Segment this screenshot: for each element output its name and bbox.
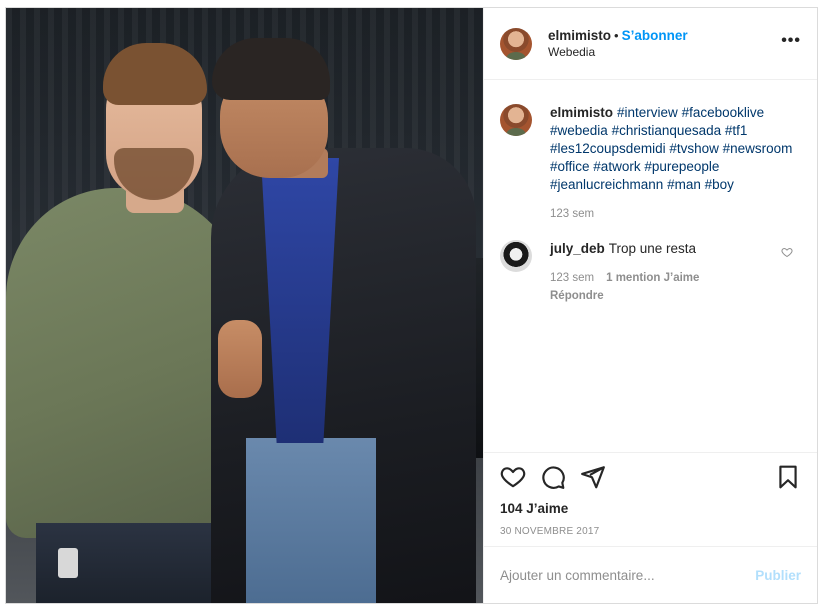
hashtag-link[interactable]: #boy bbox=[705, 177, 734, 192]
more-options-icon[interactable]: ••• bbox=[781, 32, 801, 56]
comment-icon[interactable] bbox=[540, 464, 566, 490]
photo-person-right-jeans bbox=[246, 438, 376, 603]
hashtag-link[interactable]: #tf1 bbox=[725, 123, 748, 138]
header-separator: • bbox=[614, 27, 619, 43]
avatar[interactable] bbox=[500, 27, 532, 60]
heart-icon[interactable] bbox=[500, 464, 526, 490]
comments-section: elmimisto #interview #facebooklive #webed… bbox=[484, 80, 817, 452]
photo-person-right-hair bbox=[212, 38, 330, 100]
location-link[interactable]: Webedia bbox=[548, 44, 781, 61]
hashtag-link[interactable]: #atwork bbox=[593, 159, 640, 174]
caption-entry: elmimisto #interview #facebooklive #webed… bbox=[500, 104, 801, 220]
caption-username[interactable]: elmimisto bbox=[550, 105, 613, 120]
comment-row: july_deb Trop une resta bbox=[550, 240, 801, 258]
post-photo[interactable] bbox=[6, 8, 483, 603]
comment-input[interactable] bbox=[500, 567, 756, 583]
hashtag-link[interactable]: #christianquesada bbox=[612, 123, 722, 138]
post-header-meta: elmimisto • S’abonner Webedia bbox=[548, 27, 781, 61]
comment-item: july_deb Trop une resta 123 sem 1 mention… bbox=[500, 240, 801, 302]
bookmark-icon[interactable] bbox=[775, 464, 801, 490]
publish-button[interactable]: Publier bbox=[755, 568, 801, 583]
comment-meta: 123 sem 1 mention J’aime bbox=[550, 272, 801, 284]
hashtag-link[interactable]: #facebooklive bbox=[682, 105, 765, 120]
comment-message: Trop une resta bbox=[608, 241, 697, 256]
comment-likes-count[interactable]: 1 mention J’aime bbox=[606, 272, 699, 284]
photo-person-left-sweater bbox=[6, 188, 246, 538]
comment-like-heart-icon[interactable] bbox=[781, 246, 793, 258]
follow-button[interactable]: S’abonner bbox=[622, 28, 688, 43]
share-icon[interactable] bbox=[580, 464, 606, 490]
hashtag-link[interactable]: #webedia bbox=[550, 123, 608, 138]
post-header: elmimisto • S’abonner Webedia ••• bbox=[484, 8, 817, 80]
caption-body: elmimisto #interview #facebooklive #webed… bbox=[550, 104, 801, 220]
hashtag-link[interactable]: #les12coupsdemidi bbox=[550, 141, 666, 156]
hashtag-link[interactable]: #office bbox=[550, 159, 590, 174]
comment-timestamp[interactable]: 123 sem bbox=[550, 272, 594, 284]
likes-count[interactable]: 104 J’aime bbox=[500, 501, 801, 516]
caption-avatar[interactable] bbox=[500, 104, 532, 136]
reply-button[interactable]: Répondre bbox=[550, 290, 801, 302]
add-comment-bar: Publier bbox=[484, 546, 817, 603]
comment-avatar[interactable] bbox=[500, 240, 532, 272]
post-date[interactable]: 30 NOVEMBRE 2017 bbox=[500, 526, 801, 537]
action-bar bbox=[500, 463, 801, 491]
hashtag-link[interactable]: #tvshow bbox=[669, 141, 719, 156]
comment-text: july_deb Trop une resta bbox=[550, 240, 781, 258]
photo-phone bbox=[58, 548, 78, 578]
post-actions-area: 104 J’aime 30 NOVEMBRE 2017 bbox=[484, 452, 817, 546]
photo-thumbs-up-hand bbox=[218, 320, 262, 398]
header-username[interactable]: elmimisto bbox=[548, 28, 611, 43]
comment-username[interactable]: july_deb bbox=[550, 241, 605, 256]
caption-timestamp[interactable]: 123 sem bbox=[550, 208, 801, 220]
hashtag-link[interactable]: #man bbox=[667, 177, 701, 192]
hashtag-link[interactable]: #purepeople bbox=[644, 159, 719, 174]
hashtag-link[interactable]: #jeanlucreichmann bbox=[550, 177, 663, 192]
comment-body: july_deb Trop une resta 123 sem 1 mention… bbox=[550, 240, 801, 302]
hashtag-link[interactable]: #newsroom bbox=[723, 141, 793, 156]
hashtag-link[interactable]: #interview bbox=[617, 105, 678, 120]
post-card: elmimisto • S’abonner Webedia ••• elmimist… bbox=[5, 7, 818, 604]
caption-text: elmimisto #interview #facebooklive #webed… bbox=[550, 104, 801, 194]
post-side-panel: elmimisto • S’abonner Webedia ••• elmimist… bbox=[483, 8, 817, 603]
